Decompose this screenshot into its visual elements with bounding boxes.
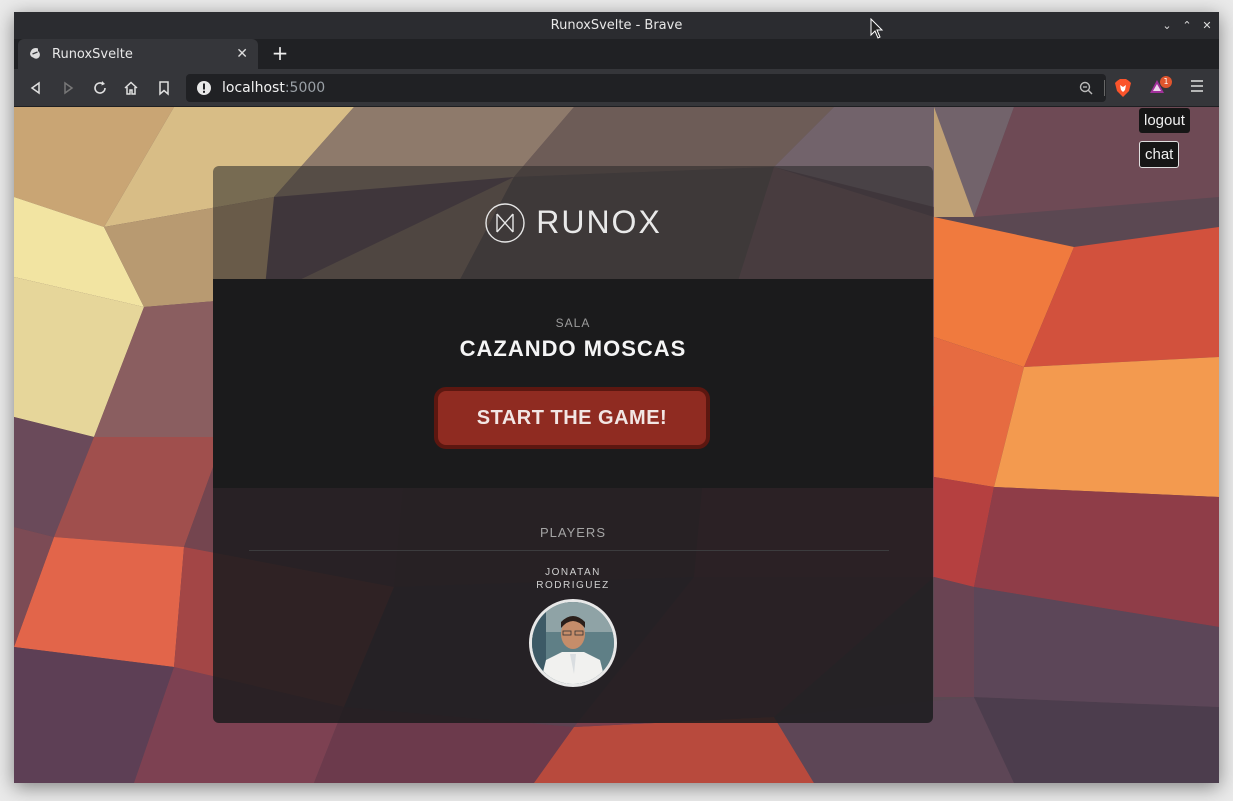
browser-window: RunoxSvelte - Brave ⌄ ⌃ ✕ RunoxSvelte ✕ … bbox=[14, 12, 1219, 783]
forward-arrow-icon bbox=[64, 81, 74, 95]
bookmark-icon bbox=[159, 81, 169, 96]
mouse-cursor-icon bbox=[870, 18, 884, 39]
player-card: JONATAN RODRIGUEZ bbox=[513, 566, 633, 687]
logout-button[interactable]: logout bbox=[1139, 108, 1190, 133]
room-name: CAZANDO MOSCAS bbox=[459, 336, 687, 361]
url-host: localhost bbox=[222, 80, 285, 96]
hamburger-menu-icon[interactable] bbox=[1190, 79, 1204, 93]
chat-button[interactable]: chat bbox=[1139, 141, 1180, 168]
tab-close-icon[interactable]: ✕ bbox=[236, 46, 248, 62]
player-first-name: JONATAN bbox=[545, 567, 601, 578]
tab-strip: RunoxSvelte ✕ + bbox=[14, 39, 1219, 69]
player-last-name: RODRIGUEZ bbox=[536, 580, 610, 591]
runox-logo-icon bbox=[485, 202, 525, 243]
players-heading: PLAYERS bbox=[539, 525, 606, 540]
players-divider bbox=[249, 550, 889, 551]
browser-toolbar: localhost:5000 1 bbox=[14, 69, 1219, 107]
zoom-out-icon[interactable] bbox=[1078, 80, 1094, 96]
start-game-button[interactable]: START THE GAME! bbox=[434, 387, 710, 449]
brave-shields-icon[interactable] bbox=[1114, 78, 1132, 98]
forward-button[interactable] bbox=[58, 78, 78, 98]
window-controls: ⌄ ⌃ ✕ bbox=[1161, 12, 1213, 39]
url-port: :5000 bbox=[284, 80, 326, 96]
back-arrow-icon bbox=[30, 81, 40, 95]
players-section: PLAYERS JONATAN RODRIGUEZ bbox=[213, 488, 933, 723]
logo-text: RUNOX bbox=[536, 204, 662, 240]
svelte-favicon-icon bbox=[30, 48, 40, 59]
card-header: RUNOX bbox=[213, 166, 933, 279]
info-warning-icon[interactable] bbox=[196, 80, 212, 96]
reload-button[interactable] bbox=[90, 78, 110, 98]
back-button[interactable] bbox=[26, 78, 46, 98]
address-bar[interactable]: localhost:5000 bbox=[186, 74, 1106, 102]
page-viewport: logout chat RUNOX SALA CAZANDO MOSCAS ST… bbox=[14, 107, 1219, 783]
tab-runoxsvelte[interactable]: RunoxSvelte ✕ bbox=[18, 39, 258, 69]
player-avatar bbox=[529, 599, 617, 687]
new-tab-button[interactable]: + bbox=[268, 42, 292, 66]
sala-label: SALA bbox=[555, 316, 591, 330]
tab-title: RunoxSvelte bbox=[52, 46, 133, 62]
close-window-icon[interactable]: ✕ bbox=[1201, 19, 1213, 32]
room-card: RUNOX SALA CAZANDO MOSCAS START THE GAME… bbox=[213, 166, 933, 723]
player-photo bbox=[532, 602, 614, 684]
room-info-section: SALA CAZANDO MOSCAS START THE GAME! bbox=[213, 279, 933, 488]
home-icon bbox=[124, 81, 138, 95]
toolbar-separator bbox=[1104, 80, 1105, 96]
bookmark-button[interactable] bbox=[154, 78, 174, 98]
minimize-icon[interactable]: ⌄ bbox=[1161, 19, 1173, 32]
rewards-badge: 1 bbox=[1160, 76, 1172, 88]
home-button[interactable] bbox=[121, 78, 141, 98]
window-title: RunoxSvelte - Brave bbox=[550, 18, 683, 33]
runox-logo: RUNOX bbox=[484, 202, 662, 244]
reload-icon bbox=[94, 81, 106, 94]
maximize-icon[interactable]: ⌃ bbox=[1181, 19, 1193, 32]
title-bar: RunoxSvelte - Brave ⌄ ⌃ ✕ bbox=[14, 12, 1219, 39]
